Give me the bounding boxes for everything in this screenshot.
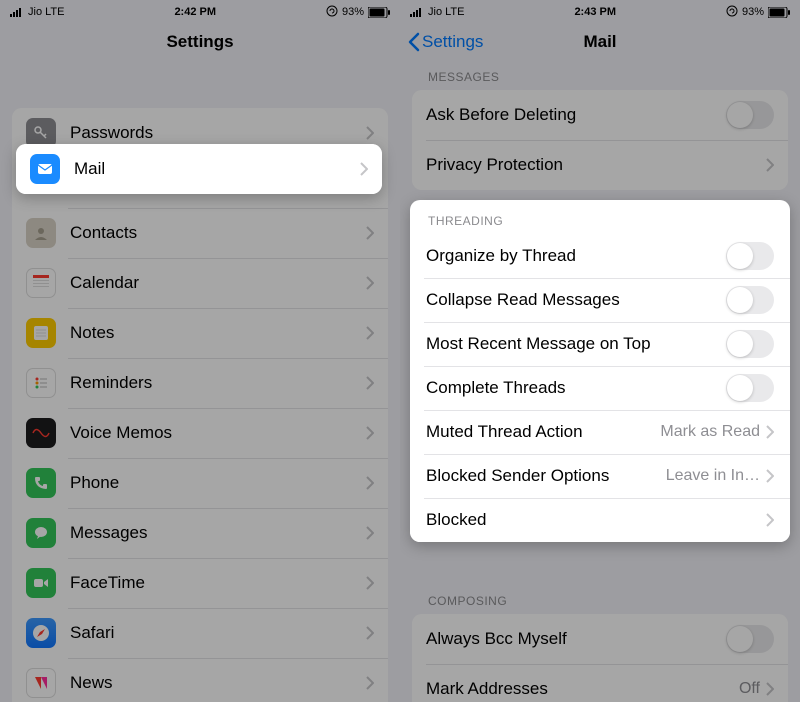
row-collapse-read[interactable]: Collapse Read Messages	[410, 278, 790, 322]
reminders-icon	[26, 368, 56, 398]
chevron-right-icon	[766, 513, 774, 527]
row-organize-by-thread[interactable]: Organize by Thread	[410, 234, 790, 278]
carrier-text: Jio LTE	[28, 6, 64, 18]
highlighted-mail-row: Mail	[16, 144, 382, 194]
status-time: 2:42 PM	[174, 6, 216, 18]
nav-title: Mail	[583, 32, 616, 52]
row-most-recent-top[interactable]: Most Recent Message on Top	[410, 322, 790, 366]
row-blocked[interactable]: Blocked	[410, 498, 790, 542]
chevron-right-icon	[766, 469, 774, 483]
settings-row-safari[interactable]: Safari	[12, 608, 388, 658]
settings-row-contacts[interactable]: Contacts	[12, 208, 388, 258]
section-header-messages: MESSAGES	[400, 64, 800, 90]
news-icon	[26, 668, 56, 698]
carrier-text: Jio LTE	[428, 6, 464, 18]
toggle-collapse-read[interactable]	[726, 286, 774, 314]
voicememos-icon	[26, 418, 56, 448]
toggle-organize-by-thread[interactable]	[726, 242, 774, 270]
battery-percent: 93%	[342, 6, 364, 18]
settings-row-reminders[interactable]: Reminders	[12, 358, 388, 408]
battery-percent: 93%	[742, 6, 764, 18]
notes-icon	[26, 318, 56, 348]
row-privacy-protection[interactable]: Privacy Protection	[412, 140, 788, 190]
messages-icon	[26, 518, 56, 548]
row-muted-thread-action[interactable]: Muted Thread Action Mark as Read	[410, 410, 790, 454]
row-ask-before-deleting[interactable]: Ask Before Deleting	[412, 90, 788, 140]
chevron-right-icon	[360, 162, 368, 176]
rotation-lock-icon	[726, 5, 738, 20]
nav-title: Settings	[166, 32, 233, 52]
chevron-right-icon	[366, 476, 374, 490]
settings-row-notes[interactable]: Notes	[12, 308, 388, 358]
settings-row-news[interactable]: News	[12, 658, 388, 702]
section-header-threading: THREADING	[410, 200, 790, 234]
settings-row-messages[interactable]: Messages	[12, 508, 388, 558]
chevron-right-icon	[366, 626, 374, 640]
highlighted-threading-section: THREADING Organize by Thread Collapse Re…	[410, 200, 790, 542]
battery-icon	[368, 7, 390, 18]
chevron-right-icon	[366, 326, 374, 340]
settings-row-mail[interactable]: Mail	[16, 144, 382, 194]
chevron-right-icon	[366, 576, 374, 590]
settings-screen: Jio LTE 2:42 PM 93% Settings Passwords	[0, 0, 400, 702]
chevron-right-icon	[766, 425, 774, 439]
row-mark-addresses[interactable]: Mark Addresses Off	[412, 664, 788, 702]
blocked-sender-value: Leave in In…	[666, 467, 760, 485]
row-complete-threads[interactable]: Complete Threads	[410, 366, 790, 410]
chevron-right-icon	[366, 426, 374, 440]
back-button[interactable]: Settings	[408, 32, 483, 52]
facetime-icon	[26, 568, 56, 598]
row-always-bcc[interactable]: Always Bcc Myself	[412, 614, 788, 664]
settings-row-facetime[interactable]: FaceTime	[12, 558, 388, 608]
phone-icon	[26, 468, 56, 498]
chevron-right-icon	[366, 126, 374, 140]
chevron-right-icon	[766, 158, 774, 172]
chevron-right-icon	[366, 526, 374, 540]
signal-icon	[410, 7, 424, 17]
nav-bar: Settings	[0, 20, 400, 64]
settings-row-calendar[interactable]: Calendar	[12, 258, 388, 308]
signal-icon	[10, 7, 24, 17]
settings-row-voicememos[interactable]: Voice Memos	[12, 408, 388, 458]
toggle-always-bcc[interactable]	[726, 625, 774, 653]
toggle-ask-before-deleting[interactable]	[726, 101, 774, 129]
row-blocked-sender-options[interactable]: Blocked Sender Options Leave in In…	[410, 454, 790, 498]
status-time: 2:43 PM	[574, 6, 616, 18]
chevron-right-icon	[366, 376, 374, 390]
chevron-right-icon	[366, 276, 374, 290]
contacts-icon	[26, 218, 56, 248]
status-bar: Jio LTE 2:43 PM 93%	[400, 0, 800, 20]
settings-row-phone[interactable]: Phone	[12, 458, 388, 508]
rotation-lock-icon	[326, 5, 338, 20]
chevron-right-icon	[366, 226, 374, 240]
section-header-composing: COMPOSING	[400, 578, 800, 614]
battery-icon	[768, 7, 790, 18]
status-bar: Jio LTE 2:42 PM 93%	[0, 0, 400, 20]
mail-settings-screen: Jio LTE 2:43 PM 93% Settings Mail MESSAG…	[400, 0, 800, 702]
toggle-most-recent-top[interactable]	[726, 330, 774, 358]
safari-icon	[26, 618, 56, 648]
calendar-icon	[26, 268, 56, 298]
nav-bar: Settings Mail	[400, 20, 800, 64]
toggle-complete-threads[interactable]	[726, 374, 774, 402]
mail-icon	[30, 154, 60, 184]
chevron-right-icon	[366, 676, 374, 690]
chevron-right-icon	[766, 682, 774, 696]
